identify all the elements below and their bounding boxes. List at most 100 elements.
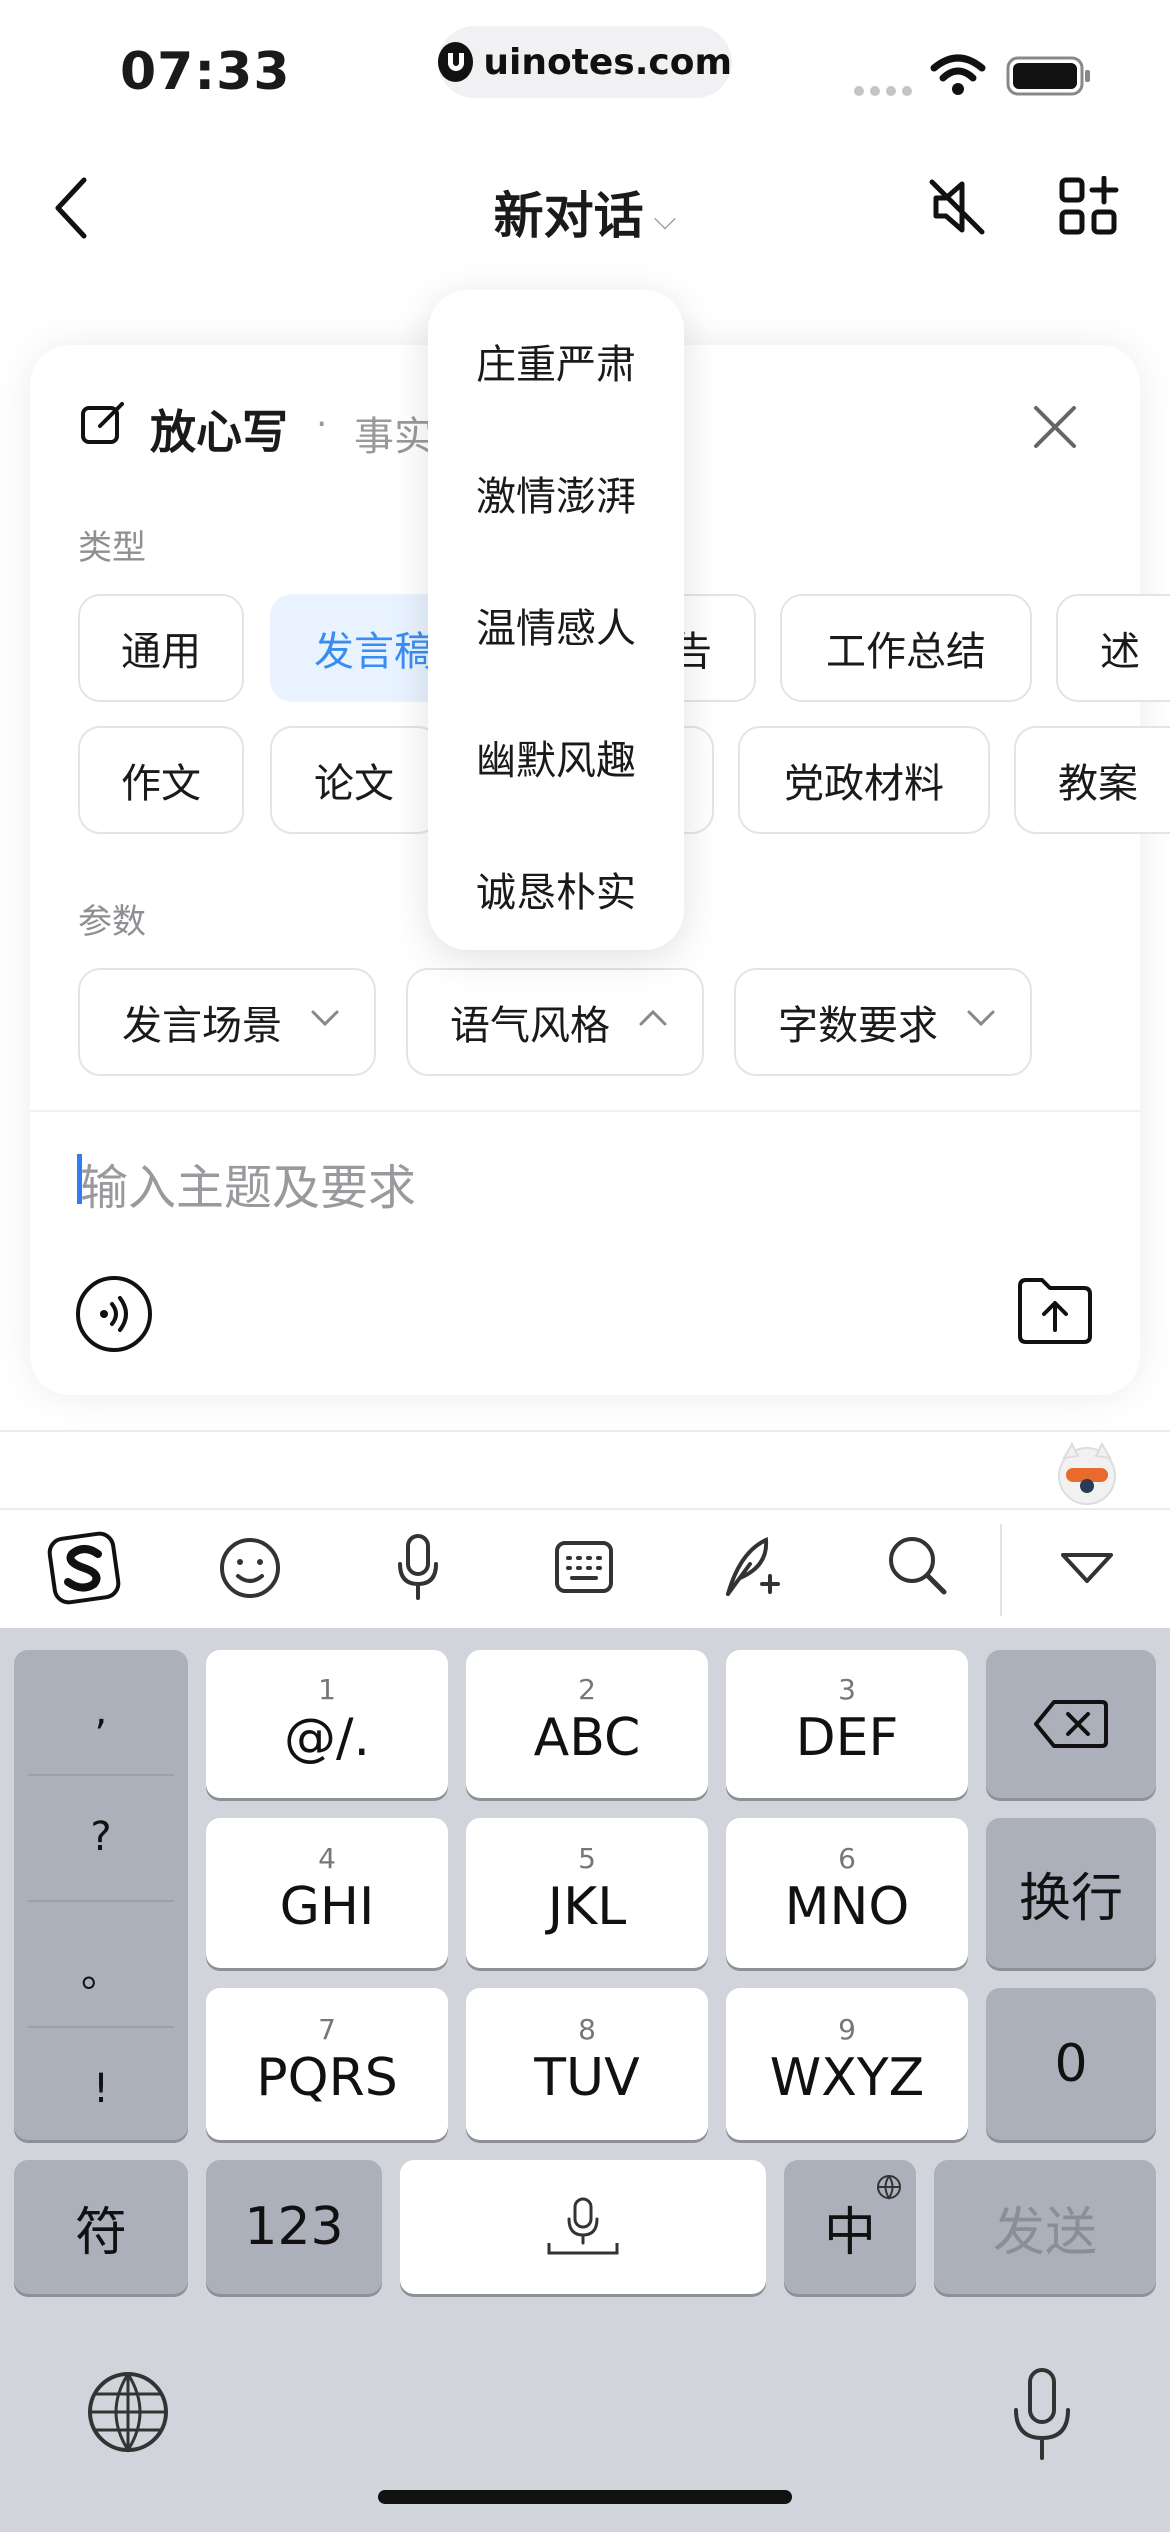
send-key[interactable]: 发送 <box>934 2160 1156 2294</box>
key-number: 2 <box>578 1673 596 1706</box>
punct-period-key[interactable]: 。 <box>14 1940 188 1998</box>
key-number: 3 <box>838 1673 856 1706</box>
punct-comma-key[interactable]: , <box>14 1688 188 1734</box>
space-key[interactable] <box>400 2160 766 2294</box>
url-text: uinotes.com <box>483 41 732 83</box>
edit-note-icon <box>81 402 124 444</box>
apps-plus-icon[interactable] <box>1058 176 1120 238</box>
microphone-icon[interactable] <box>394 1532 442 1602</box>
url-pill[interactable]: uinotes.com <box>438 26 732 98</box>
param-scene-select[interactable]: 发言场景 <box>78 968 376 1076</box>
key-8[interactable]: 8 TUV <box>466 1988 708 2140</box>
param-tone-label: 语气风格 <box>450 1003 610 1049</box>
hide-keyboard-icon[interactable] <box>1060 1552 1114 1584</box>
cellular-signal-icon <box>854 86 912 96</box>
key-label: GHI <box>279 1877 375 1937</box>
key-5[interactable]: 5 JKL <box>466 1818 708 1968</box>
key-9[interactable]: 9 WXYZ <box>726 1988 968 2140</box>
backspace-key[interactable] <box>986 1650 1156 1798</box>
key-3[interactable]: 3 DEF <box>726 1650 968 1798</box>
chevron-up-icon <box>639 1009 667 1026</box>
key-number: 4 <box>318 1842 336 1875</box>
language-key[interactable]: 中 <box>784 2160 916 2294</box>
key-4[interactable]: 4 GHI <box>206 1818 448 1968</box>
topic-input[interactable]: 输入主题及要求 <box>80 1148 416 1218</box>
tone-option[interactable]: 庄重严肃 <box>428 332 684 390</box>
chevron-down-icon <box>311 1010 339 1027</box>
mascot-icon[interactable] <box>1054 1440 1120 1506</box>
param-tone-select[interactable]: 语气风格 <box>406 968 704 1076</box>
home-indicator[interactable] <box>378 2490 792 2504</box>
key-number: 5 <box>578 1842 596 1875</box>
type-chip-statement[interactable]: 述 <box>1056 594 1170 702</box>
newline-label: 换行 <box>1018 1868 1123 1929</box>
close-icon[interactable] <box>1032 404 1078 450</box>
key-number: 1 <box>318 1673 336 1706</box>
param-scene-label: 发言场景 <box>122 1003 282 1049</box>
status-time: 07:33 <box>120 42 291 102</box>
search-icon[interactable] <box>886 1534 948 1596</box>
conversation-title-text: 新对话 <box>493 187 644 245</box>
key-label: WXYZ <box>769 2048 925 2108</box>
type-chip-essay[interactable]: 作文 <box>78 726 244 834</box>
tone-option[interactable]: 激情澎湃 <box>428 464 684 522</box>
symbols-key[interactable]: 符 <box>14 2160 188 2294</box>
speaker-muted-icon[interactable] <box>926 176 988 238</box>
voice-call-icon[interactable] <box>74 1274 154 1354</box>
key-label: MNO <box>784 1877 910 1937</box>
key-2[interactable]: 2 ABC <box>466 1650 708 1798</box>
type-chip-general[interactable]: 通用 <box>78 594 244 702</box>
tone-option[interactable]: 温情感人 <box>428 596 684 654</box>
key-0[interactable]: 0 <box>986 1988 1156 2140</box>
tone-option[interactable]: 幽默风趣 <box>428 728 684 786</box>
type-chip-work-summary[interactable]: 工作总结 <box>780 594 1032 702</box>
globe-icon[interactable] <box>86 2370 170 2454</box>
key-number: 7 <box>318 2013 336 2046</box>
param-wordcount-select[interactable]: 字数要求 <box>734 968 1032 1076</box>
text-cursor <box>77 1154 82 1204</box>
title-separator: · <box>316 404 328 445</box>
key-label: PQRS <box>256 2048 398 2108</box>
wifi-icon <box>930 54 986 95</box>
site-logo-icon <box>438 42 474 82</box>
key-number: 8 <box>578 2013 596 2046</box>
numbers-key[interactable]: 123 <box>206 2160 382 2294</box>
strip-divider <box>0 1430 1170 1432</box>
key-label: @/. <box>283 1708 371 1768</box>
numbers-label: 123 <box>244 2197 344 2257</box>
dictation-mic-icon[interactable] <box>1010 2366 1074 2462</box>
newline-key[interactable]: 换行 <box>986 1818 1156 1968</box>
conversation-title[interactable]: 新对话 ⌵ <box>0 176 1170 248</box>
punctuation-column[interactable]: , ? 。 ! <box>14 1650 188 2140</box>
sogou-logo-icon[interactable] <box>46 1530 122 1606</box>
tone-option[interactable]: 诚恳朴实 <box>428 860 684 918</box>
type-chip-thesis[interactable]: 论文 <box>270 726 440 834</box>
key-1[interactable]: 1 @/. <box>206 1650 448 1798</box>
chevron-down-icon <box>967 1010 995 1027</box>
key-6[interactable]: 6 MNO <box>726 1818 968 1968</box>
keyboard-icon[interactable] <box>554 1540 614 1594</box>
language-label: 中 <box>823 2202 876 2263</box>
key-7[interactable]: 7 PQRS <box>206 1988 448 2140</box>
key-label: 0 <box>1054 2034 1088 2094</box>
globe-small-icon <box>877 2175 901 2200</box>
title-chevron-icon: ⌵ <box>653 202 677 237</box>
ai-write-feather-icon[interactable] <box>720 1532 784 1600</box>
send-label: 发送 <box>992 2202 1097 2263</box>
tone-dropdown: 庄重严肃 激情澎湃 温情感人 幽默风趣 诚恳朴实 <box>428 290 684 950</box>
punct-exclaim-key[interactable]: ! <box>14 2066 188 2112</box>
key-label: DEF <box>795 1708 899 1768</box>
upload-file-icon[interactable] <box>1016 1276 1094 1346</box>
card-subtitle: 事实 <box>354 414 434 460</box>
punct-separator <box>28 1900 174 1902</box>
card-title: 放心写 <box>150 405 288 459</box>
type-chip-party-materials[interactable]: 党政材料 <box>738 726 990 834</box>
key-label: ABC <box>533 1708 641 1768</box>
punct-question-key[interactable]: ? <box>14 1814 188 1860</box>
key-label: TUV <box>534 2048 640 2108</box>
toolbar-separator <box>1000 1524 1002 1616</box>
input-divider <box>30 1110 1140 1112</box>
type-chip-lesson-plan[interactable]: 教案 <box>1014 726 1170 834</box>
emoji-icon[interactable] <box>218 1536 282 1600</box>
param-section-label: 参数 <box>78 902 146 942</box>
